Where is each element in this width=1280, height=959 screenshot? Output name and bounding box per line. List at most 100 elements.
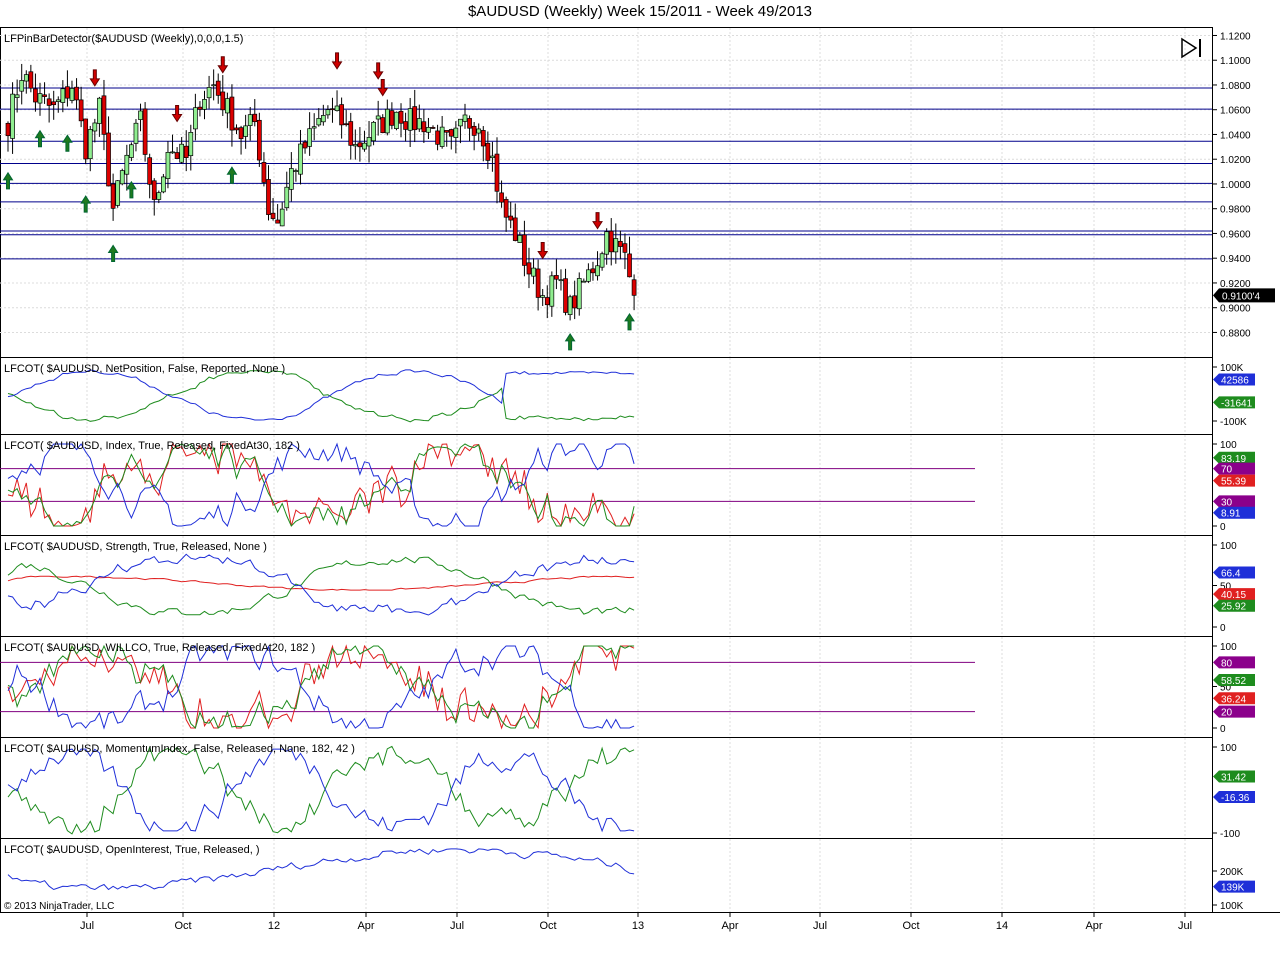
candle-body: [42, 94, 47, 97]
candle-body: [627, 253, 632, 278]
candle-body: [14, 94, 20, 98]
candle-body: [435, 130, 440, 145]
candle-body: [179, 143, 185, 163]
price-tick-label: 1.0600: [1220, 106, 1251, 117]
price-tick-label: 0.9000: [1220, 304, 1251, 315]
candle-body: [522, 234, 527, 266]
candle-body: [517, 235, 523, 243]
candle-body: [243, 125, 248, 137]
candle-body: [247, 114, 253, 126]
candle-body: [220, 91, 226, 111]
candle-body: [462, 114, 468, 122]
candle-body: [618, 240, 623, 247]
value-badge: [1213, 705, 1255, 718]
candle-body: [279, 208, 285, 227]
candle-body: [352, 144, 358, 147]
pin-bar-down-arrow: [217, 56, 229, 74]
candle-body: [266, 179, 271, 215]
indicator-panel-label: LFCOT( $AUDUSD, NetPosition, False, Repo…: [4, 363, 285, 375]
candle-body: [490, 155, 495, 159]
x-tick-label: 13: [632, 920, 644, 932]
value-badge-text: -31641: [1221, 398, 1253, 409]
value-badge-text: -16.36: [1221, 793, 1250, 804]
candle-body: [69, 88, 75, 101]
candle-body: [238, 127, 244, 140]
candle-body: [202, 99, 207, 110]
candle-body: [590, 268, 596, 274]
candle-body: [448, 129, 454, 137]
candle-body: [78, 99, 84, 122]
price-tick-label: 1.0400: [1220, 130, 1251, 141]
price-tick-label: 1.1200: [1220, 31, 1251, 42]
candle-body: [215, 80, 221, 96]
pin-bar-up-arrow: [34, 129, 46, 148]
candle-body: [261, 162, 267, 183]
candlestick-series: [5, 63, 637, 321]
indicator-panel-label: LFCOT( $AUDUSD, Index, True, Released, F…: [4, 440, 300, 452]
value-badge-text: 31.42: [1221, 772, 1246, 783]
candle-body: [92, 122, 98, 132]
copyright-text: © 2013 NinjaTrader, LLC: [4, 901, 115, 912]
candle-body: [183, 145, 189, 158]
indicator-panel-label: LFCOT( $AUDUSD, OpenInterest, True, Rele…: [4, 844, 260, 856]
y-tick-label: 0: [1220, 623, 1226, 634]
value-badge-text: 20: [1221, 708, 1233, 719]
pin-bar-down-arrow: [537, 241, 549, 260]
candle-body: [622, 243, 628, 253]
candle-body: [225, 98, 230, 114]
candle-body: [298, 143, 303, 175]
candle-body: [366, 137, 372, 147]
x-tick-label: 12: [268, 920, 280, 932]
candle-body: [554, 275, 559, 280]
candle-body: [311, 126, 317, 129]
candle-body: [563, 278, 568, 313]
y-tick-label: 0: [1220, 724, 1226, 735]
value-badge-text: 66.4: [1221, 569, 1241, 580]
candle-body: [188, 131, 194, 157]
momentum-green-line: [7, 745, 635, 835]
value-badge-text: 55.39: [1221, 477, 1246, 488]
y-tick-label: 100: [1220, 541, 1237, 552]
x-tick-label: Oct: [902, 920, 919, 932]
candle-body: [362, 142, 367, 150]
indicator-panel-label: LFCOT( $AUDUSD, WILLCO, True, Released, …: [4, 642, 315, 654]
candle-body: [343, 123, 349, 126]
candle-body: [586, 269, 591, 282]
value-badge-text: 58.52: [1221, 676, 1246, 687]
netposition-blue-line: [7, 369, 635, 421]
pin-bar-up-arrow: [564, 332, 576, 351]
candle-body: [206, 87, 212, 99]
candle-body: [599, 253, 605, 268]
candle-body: [28, 71, 34, 89]
candle-body: [129, 144, 134, 158]
candle-body: [257, 119, 262, 161]
y-tick-label: 200K: [1220, 867, 1244, 878]
price-tick-label: 1.0000: [1220, 180, 1251, 191]
candle-body: [407, 108, 413, 131]
candle-body: [46, 98, 52, 106]
value-badge-text: 40.15: [1221, 590, 1246, 601]
indicator-panel: [0, 442, 975, 528]
candle-body: [33, 88, 38, 103]
indicator-panel: [0, 644, 975, 730]
candle-body: [512, 217, 518, 241]
candle-body: [110, 183, 116, 209]
candle-body: [384, 108, 390, 134]
candle-body: [23, 74, 29, 82]
pin-bar-down-arrow: [592, 212, 603, 230]
candle-body: [170, 151, 175, 154]
candle-body: [535, 268, 541, 298]
candle-body: [544, 297, 550, 306]
candle-body: [55, 99, 61, 102]
x-tick-label: Apr: [1085, 920, 1102, 932]
chart-canvas[interactable]: Jul Oct 12 Apr Jul Oct 13 Apr Jul Oct 14 Apr Jul 1.12…: [0, 0, 1280, 959]
candle-body: [229, 96, 235, 131]
play-next-icon[interactable]: [1180, 37, 1204, 59]
candle-body: [325, 109, 331, 116]
value-badge-text: 139K: [1221, 883, 1245, 894]
price-tick-label: 0.8800: [1220, 328, 1251, 339]
candle-body: [458, 118, 463, 127]
price-tick-label: 0.9800: [1220, 205, 1251, 216]
candle-body: [234, 127, 239, 131]
value-badge-text: 70: [1221, 465, 1233, 476]
